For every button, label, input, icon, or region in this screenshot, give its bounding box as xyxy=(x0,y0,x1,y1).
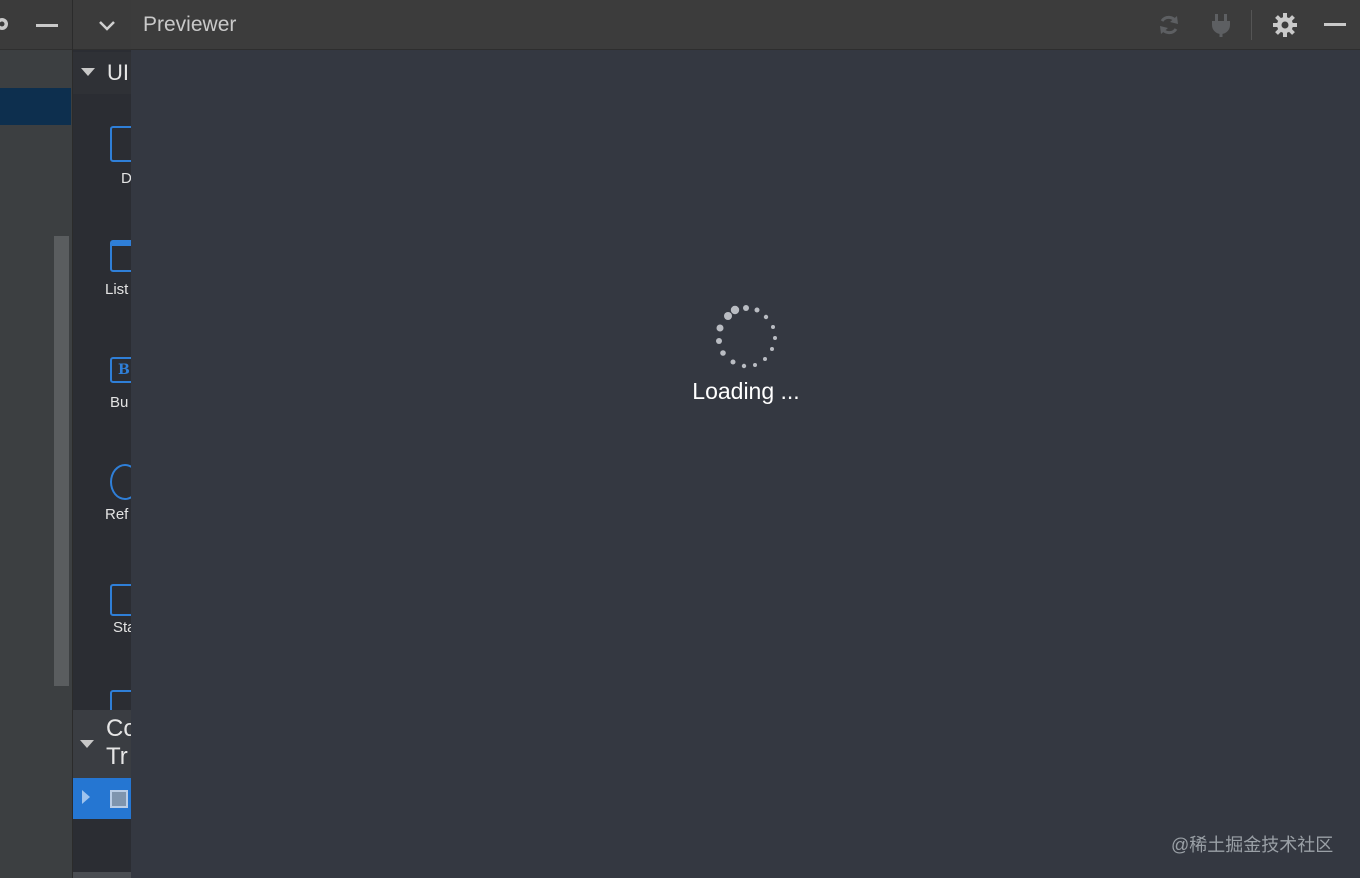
horizontal-scrollbar[interactable] xyxy=(73,872,131,878)
previewer-header: Previewer xyxy=(131,0,1360,50)
settings-icon[interactable] xyxy=(1272,12,1298,38)
collapse-triangle-icon[interactable] xyxy=(81,68,95,76)
component-node-icon xyxy=(110,790,128,808)
component-item-list[interactable]: List xyxy=(73,238,131,338)
loading-spinner-icon xyxy=(716,305,777,369)
component-tree-header[interactable]: Co Tr xyxy=(73,710,131,778)
header-divider xyxy=(1251,10,1252,40)
watermark-text: @稀土掘金技术社区 xyxy=(1171,835,1334,855)
component-panel: UI D List B Bu Ref Sta Co Tr xyxy=(73,0,131,878)
button-icon: B xyxy=(110,357,131,383)
tree-row-selected[interactable] xyxy=(73,778,131,819)
gear-icon[interactable] xyxy=(0,14,12,34)
previewer-title: Previewer xyxy=(143,13,237,36)
scrollbar[interactable] xyxy=(54,236,69,686)
section-title: UI xyxy=(107,60,129,85)
component-panel-header xyxy=(73,0,131,50)
hide-panel-icon[interactable] xyxy=(1324,23,1346,26)
tree-title-line2: Tr xyxy=(106,743,128,770)
collapse-triangle-icon[interactable] xyxy=(80,740,94,748)
previewer-panel: Previewer Loading ... @稀土掘金技术社区 xyxy=(131,0,1360,878)
stack-icon xyxy=(110,584,131,616)
minimize-icon[interactable] xyxy=(36,24,58,27)
component-label: Sta xyxy=(113,619,131,636)
project-panel-header xyxy=(0,0,72,50)
ui-section-header[interactable]: UI xyxy=(73,52,131,94)
component-item-partial xyxy=(73,688,131,720)
component-label: Bu xyxy=(110,394,129,411)
component-label: D xyxy=(121,170,131,187)
chevron-down-icon[interactable] xyxy=(95,14,119,38)
component-item-refresh[interactable]: Ref xyxy=(73,462,131,562)
expand-arrow-icon[interactable] xyxy=(82,790,90,804)
loading-text: Loading ... xyxy=(692,378,800,404)
list-icon xyxy=(110,240,131,272)
tree-title-line1: Co xyxy=(106,715,131,742)
project-panel xyxy=(0,0,73,878)
refresh-component-icon xyxy=(110,464,131,500)
plug-icon[interactable] xyxy=(1208,12,1234,38)
div-icon xyxy=(110,126,131,162)
selected-file-row[interactable] xyxy=(0,88,71,125)
refresh-icon[interactable] xyxy=(1156,12,1182,38)
component-label: List xyxy=(105,281,129,298)
component-item-stack[interactable]: Sta xyxy=(73,578,131,678)
component-label: Ref xyxy=(105,506,129,523)
component-item-div[interactable]: D xyxy=(73,122,131,222)
component-item-button[interactable]: B Bu xyxy=(73,355,131,455)
